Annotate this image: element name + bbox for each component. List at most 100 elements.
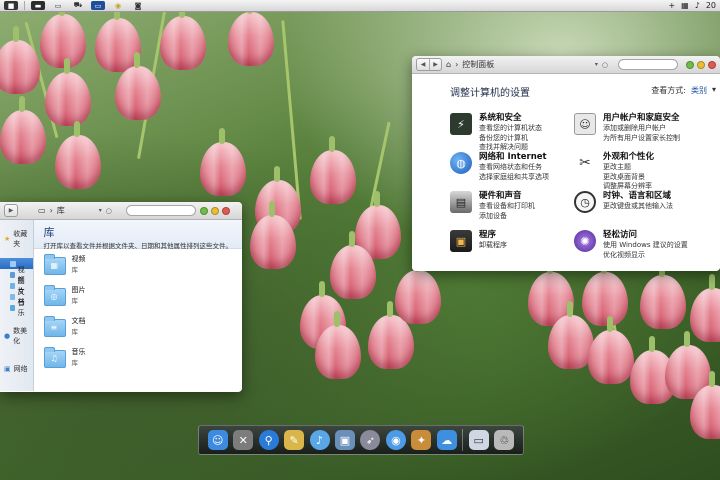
category-name[interactable]: 硬件和声音 [479, 191, 535, 202]
favorites-header[interactable]: ★ 收藏夹 [0, 226, 33, 252]
app-store-icon[interactable]: ✦ [411, 430, 432, 450]
category-hardware-sound[interactable]: ▤ 硬件和声音 查看设备和打印机 添加设备 [450, 191, 574, 230]
view-by-select[interactable]: 类别 [691, 85, 707, 96]
sidebar-item-music[interactable]: 音乐 [0, 299, 33, 317]
category-name[interactable]: 轻松访问 [603, 230, 688, 241]
library-body: ★ 收藏夹 视频 图片 文档 音乐 ● 数美化 ▣ 网络 库 打开库以查看文件并… [0, 220, 242, 391]
breadcrumb[interactable]: ⌂ › 控制面板 [446, 59, 494, 70]
forward-icon[interactable]: ▶ [429, 59, 441, 70]
chevron-down-icon[interactable]: ▾ [712, 85, 716, 96]
category-link[interactable]: 更改键盘或其他输入法 [603, 202, 673, 212]
desktop-icon[interactable]: ▭ [468, 430, 489, 450]
category-user-accounts[interactable]: ☺ 用户帐户和家庭安全 添加或删除用户帐户 为所有用户设置家长控制 [574, 113, 704, 152]
weather-icon[interactable]: ☁ [436, 430, 457, 450]
category-programs[interactable]: ▣ 程序 卸载程序 [450, 230, 574, 269]
breadcrumb[interactable]: ▭ › 库 [38, 205, 65, 216]
back-icon[interactable]: ◀ [417, 59, 429, 70]
category-name[interactable]: 程序 [479, 230, 507, 241]
category-system-security[interactable]: ⚡ 系统和安全 查看您的计算机状态 备份您的计算机 查找并解决问题 [450, 113, 574, 152]
category-link[interactable]: 添加或删除用户帐户 [603, 124, 680, 134]
breadcrumb-control-panel[interactable]: 控制面板 [462, 59, 494, 70]
preview-icon[interactable]: ✎ [284, 430, 305, 450]
dropdown-chevron-icon[interactable]: ▾ [99, 207, 102, 214]
clock-text[interactable]: 20 [706, 1, 716, 10]
homegroup-header[interactable]: ● 数美化 [0, 323, 33, 349]
safari-icon[interactable]: ◉ [385, 430, 406, 450]
trash-icon[interactable]: ♲ [494, 430, 515, 450]
category-name[interactable]: 用户帐户和家庭安全 [603, 113, 680, 124]
dock: ☺ ✕ ⚲ ✎ ♪ ▣ ➶ ◉ ✦ ☁ ▭ ♲ [198, 425, 524, 455]
category-link[interactable]: 更改桌面背景 [603, 173, 654, 183]
itunes-icon[interactable]: ♪ [309, 430, 330, 450]
nav-buttons: ◀ ▶ [416, 58, 442, 71]
library-main: 库 打开库以查看文件并根据文件夹、日期和其他属性排列这些文件。 ▦ 视频 库 ◎… [33, 220, 243, 391]
list-item[interactable]: ◎ 图片 库 [43, 285, 243, 316]
video-icon [10, 271, 15, 278]
dropdown-chevron-icon[interactable]: ▾ [595, 61, 598, 68]
list-item[interactable]: ▦ 视频 库 [43, 254, 243, 285]
category-link[interactable]: 备份您的计算机 [479, 134, 542, 144]
finder-icon[interactable]: ☺ [207, 430, 228, 450]
close-button[interactable] [222, 207, 230, 215]
monitor-icon[interactable]: ▭ [91, 1, 105, 10]
close-button[interactable] [708, 60, 716, 69]
category-name[interactable]: 系统和安全 [479, 113, 542, 124]
utilities-icon[interactable]: ✕ [233, 430, 254, 450]
category-link[interactable]: 查看您的计算机状态 [479, 124, 542, 134]
refresh-icon[interactable]: ○ [602, 61, 608, 69]
camera-icon[interactable]: ◙ [131, 1, 145, 10]
breadcrumb-separator: › [49, 206, 53, 215]
minimize-button[interactable] [697, 60, 705, 69]
category-link[interactable]: 选择家庭组和共享选项 [479, 173, 549, 183]
library-icon [10, 260, 16, 267]
maximize-button[interactable] [200, 207, 208, 215]
category-name[interactable]: 网络和 Internet [479, 152, 549, 163]
blank-icon[interactable]: ▭ [51, 1, 65, 10]
category-link[interactable]: 使用 Windows 建议的设置 [603, 241, 688, 251]
window-icon[interactable]: ▬ [31, 1, 45, 10]
maximize-button[interactable] [686, 60, 694, 69]
document-folder-icon: ≡ [43, 316, 66, 337]
view-by-label: 查看方式: [651, 86, 686, 95]
category-link[interactable]: 更改主题 [603, 163, 654, 173]
category-name[interactable]: 时钟、语言和区域 [603, 191, 673, 202]
search-input[interactable] [618, 59, 678, 70]
list-item[interactable]: ♫ 音乐 库 [43, 347, 243, 378]
star-icon: ★ [4, 235, 11, 243]
category-grid: ⚡ 系统和安全 查看您的计算机状态 备份您的计算机 查找并解决问题 ☺ 用户帐户… [450, 113, 720, 269]
launchpad-icon[interactable]: ➶ [360, 430, 381, 450]
breadcrumb-library[interactable]: 库 [57, 205, 65, 216]
picture-icon [10, 282, 15, 289]
music-icon [10, 304, 15, 311]
spotlight-icon[interactable]: ⚲ [258, 430, 279, 450]
category-link[interactable]: 查看设备和打印机 [479, 202, 535, 212]
menubar-separator [24, 1, 25, 10]
category-link[interactable]: 添加设备 [479, 212, 535, 222]
grid-icon[interactable]: ▦ [681, 1, 689, 10]
search-input[interactable] [125, 205, 196, 216]
chrome-icon[interactable]: ◉ [111, 1, 125, 10]
category-clock-language[interactable]: ◷ 时钟、语言和区域 更改键盘或其他输入法 [574, 191, 704, 230]
category-link[interactable]: 查看网络状态和任务 [479, 163, 549, 173]
library-header: 库 打开库以查看文件并根据文件夹、日期和其他属性排列这些文件。 [33, 220, 242, 250]
cart-icon[interactable]: ⛟ [71, 1, 85, 10]
apple-menu-icon[interactable]: ■ [4, 1, 18, 10]
category-appearance[interactable]: ✂ 外观和个性化 更改主题 更改桌面背景 调整屏幕分辨率 [574, 152, 704, 191]
refresh-icon[interactable]: ○ [106, 207, 112, 215]
category-name[interactable]: 外观和个性化 [603, 152, 654, 163]
category-accessibility[interactable]: ✺ 轻松访问 使用 Windows 建议的设置 优化视频显示 [574, 230, 704, 269]
forward-icon[interactable]: ▶ [5, 205, 17, 216]
category-link[interactable]: 为所有用户设置家长控制 [603, 134, 680, 144]
add-icon[interactable]: + [668, 1, 675, 10]
category-link[interactable]: 卸载程序 [479, 241, 507, 251]
network-header[interactable]: ▣ 网络 [0, 361, 33, 377]
list-item[interactable]: ≡ 文档 库 [43, 316, 243, 347]
list-item-name: 音乐 [71, 348, 86, 356]
minimize-button[interactable] [211, 207, 219, 215]
network-icon: ▣ [4, 365, 11, 373]
category-link[interactable]: 优化视频显示 [603, 251, 688, 261]
volume-icon[interactable]: ♪ [695, 1, 700, 10]
photo-icon[interactable]: ▣ [334, 430, 355, 450]
category-network[interactable]: ◍ 网络和 Internet 查看网络状态和任务 选择家庭组和共享选项 [450, 152, 574, 191]
navigation-pane: ★ 收藏夹 视频 图片 文档 音乐 ● 数美化 ▣ 网络 [0, 220, 34, 391]
